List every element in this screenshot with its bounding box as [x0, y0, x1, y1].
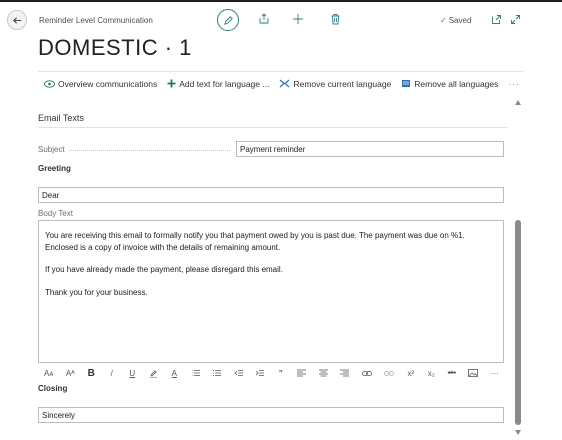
image-icon: [468, 369, 479, 377]
plus-icon: [167, 79, 176, 88]
outdent-icon: [234, 370, 243, 376]
check-icon: ✓: [440, 16, 447, 25]
numbered-list-button[interactable]: [212, 369, 222, 377]
link-button[interactable]: [361, 370, 372, 377]
subscript-button[interactable]: x₂: [427, 369, 435, 378]
trash-icon: [331, 14, 339, 25]
window-top-border: [0, 0, 562, 2]
remove-all-languages-action[interactable]: Remove all languages: [401, 79, 498, 89]
subject-label: Subject: [38, 145, 234, 154]
indent-icon: [255, 370, 265, 376]
align-left-icon: [297, 369, 307, 377]
outdent-button[interactable]: [234, 369, 243, 377]
italic-button[interactable]: /: [108, 369, 116, 378]
unlink-icon: [384, 370, 395, 376]
body-paragraph: Thank you for your business.: [45, 287, 148, 297]
bold-button[interactable]: B: [87, 368, 95, 379]
underline-button[interactable]: U: [128, 369, 136, 378]
add-text-for-language-action[interactable]: Add text for language ...: [167, 79, 269, 89]
caret-up-icon: [515, 99, 521, 105]
unlink-button[interactable]: [384, 370, 395, 377]
more-formatting-button[interactable]: ···: [491, 369, 499, 378]
highlight-icon: [149, 369, 157, 378]
action-label: Overview communications: [58, 78, 158, 89]
overview-communications-action[interactable]: Overview communications: [44, 79, 157, 89]
numbered-list-icon: [213, 370, 222, 376]
back-button[interactable]: [7, 10, 27, 30]
eye-icon: [44, 79, 55, 88]
page-title: DOMESTIC · 1: [38, 35, 192, 60]
body-text-editor[interactable]: You are receiving this email to formally…: [38, 220, 504, 363]
action-bar: Overview communications Add text for lan…: [38, 71, 524, 95]
edit-button[interactable]: [217, 9, 239, 31]
body-paragraph: You are receiving this email to formally…: [45, 231, 465, 252]
superscript-button[interactable]: x²: [407, 369, 415, 378]
action-label: Add text for language ...: [179, 78, 270, 89]
scroll-down-button[interactable]: [514, 428, 522, 436]
saved-label: Saved: [448, 16, 472, 25]
align-center-icon: [318, 369, 328, 377]
greeting-field[interactable]: Dear: [38, 187, 504, 203]
plus-icon: [293, 14, 303, 24]
font-size-button[interactable]: Aᴀ: [44, 369, 53, 378]
share-icon: [259, 13, 269, 24]
remove-current-language-action[interactable]: Remove current language: [279, 79, 391, 89]
bullet-list-button[interactable]: [191, 369, 200, 377]
align-right-button[interactable]: [340, 369, 350, 377]
caret-down-icon: [515, 429, 521, 435]
saved-status: ✓ Saved: [440, 16, 471, 25]
greeting-label: Greeting: [38, 164, 71, 173]
page-caption: Reminder Level Communication: [39, 16, 153, 25]
align-left-button[interactable]: [297, 369, 307, 377]
action-label: Remove all languages: [414, 78, 499, 89]
open-new-window-button[interactable]: [489, 12, 503, 26]
body-text-label: Body Text: [38, 209, 73, 218]
leader-dots: [68, 145, 230, 151]
pencil-icon: [223, 15, 233, 25]
font-color-button[interactable]: A: [170, 369, 178, 378]
align-center-button[interactable]: [318, 369, 328, 377]
insert-image-button[interactable]: [468, 369, 479, 377]
subject-label-text: Subject: [38, 145, 65, 154]
font-button[interactable]: Aᴬ: [66, 369, 75, 378]
expand-icon: [510, 14, 520, 24]
body-paragraph: If you have already made the payment, pl…: [45, 265, 283, 274]
arrow-left-icon: [12, 16, 21, 24]
open-in-new-icon: [491, 14, 501, 24]
delete-button[interactable]: [328, 12, 342, 26]
subject-field[interactable]: Payment reminder: [236, 141, 504, 157]
scroll-up-button[interactable]: [514, 98, 522, 106]
bullet-list-icon: [191, 370, 200, 376]
remove-language-icon: [279, 79, 290, 88]
indent-button[interactable]: [255, 369, 265, 377]
link-icon: [361, 370, 372, 376]
remove-all-icon: [401, 79, 411, 88]
section-title: Email Texts: [38, 113, 84, 123]
scrollbar-thumb[interactable]: [515, 220, 521, 425]
new-button[interactable]: [291, 12, 305, 26]
closing-field[interactable]: Sincerely: [38, 407, 504, 423]
quote-button[interactable]: ”: [277, 369, 285, 378]
more-actions-button[interactable]: ···: [508, 79, 520, 89]
closing-label: Closing: [38, 384, 68, 393]
action-label: Remove current language: [293, 78, 392, 89]
expand-button[interactable]: [508, 12, 522, 26]
align-right-icon: [340, 369, 350, 377]
highlight-button[interactable]: [149, 369, 158, 378]
rich-text-toolbar: Aᴀ Aᴬ B / U A ” x² x₂ abc ···: [44, 366, 499, 380]
share-button[interactable]: [257, 12, 271, 26]
strikethrough-button[interactable]: abc: [448, 370, 456, 376]
section-divider: [38, 127, 508, 128]
